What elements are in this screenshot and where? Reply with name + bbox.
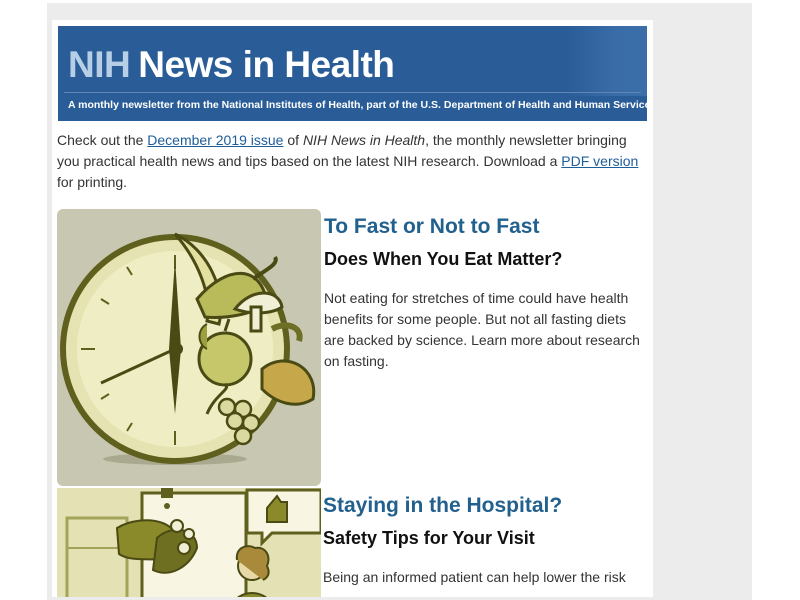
- masthead-tagline: A monthly newsletter from the National I…: [68, 99, 647, 111]
- story-image-hospital[interactable]: [57, 488, 321, 597]
- masthead-title: NIH News in Health: [68, 44, 395, 86]
- story-subhead: Does When You Eat Matter?: [324, 249, 563, 269]
- story-blurb: Not eating for stretches of time could h…: [324, 290, 640, 369]
- story-text-hospital: Staying in the Hospital? Safety Tips for…: [323, 493, 643, 588]
- story-image-fasting[interactable]: [57, 209, 321, 486]
- story-blurb: Being an informed patient can help lower…: [323, 569, 626, 585]
- clock-food-illustration-icon: [57, 209, 321, 486]
- issue-link[interactable]: December 2019 issue: [147, 132, 283, 148]
- masthead-banner[interactable]: NIH News in Health A monthly newsletter f…: [58, 26, 647, 121]
- pdf-link[interactable]: PDF version: [561, 153, 638, 169]
- masthead-glow: [567, 26, 647, 96]
- publication-name: NIH News in Health: [302, 132, 426, 148]
- newsletter-card: NIH News in Health A monthly newsletter f…: [52, 20, 653, 597]
- masthead-divider: [64, 92, 641, 93]
- nih-logo: NIH: [68, 44, 131, 85]
- intro-after-link: of: [283, 132, 303, 148]
- intro-paragraph: Check out the December 2019 issue of NIH…: [57, 130, 651, 193]
- intro-tail: for printing.: [57, 174, 128, 190]
- intro-lead: Check out the: [57, 132, 148, 148]
- story-text-fasting: To Fast or Not to Fast Does When You Eat…: [324, 214, 644, 372]
- story-subhead: Safety Tips for Your Visit: [323, 528, 535, 548]
- brand-title: News in Health: [138, 44, 395, 85]
- story-kicker[interactable]: Staying in the Hospital?: [323, 493, 643, 519]
- story-kicker[interactable]: To Fast or Not to Fast: [324, 214, 644, 240]
- hospital-handwashing-illustration-icon: [57, 488, 321, 597]
